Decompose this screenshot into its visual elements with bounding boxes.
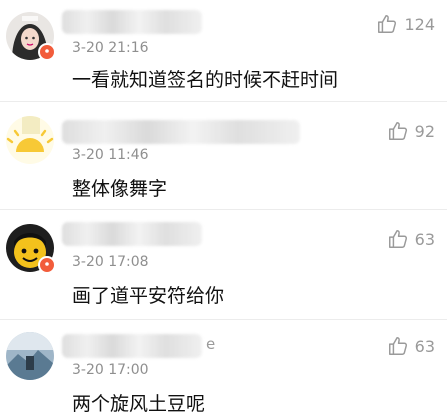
username-blurred[interactable] — [62, 334, 202, 358]
like-count: 63 — [414, 336, 435, 356]
comment-text: 两个旋风土豆呢 — [72, 393, 206, 415]
like-button[interactable]: 63 — [387, 335, 435, 357]
comment-time: 3-20 11:46 — [72, 147, 149, 163]
comment-time: 3-20 21:16 — [72, 40, 149, 56]
username-blurred[interactable] — [62, 222, 202, 246]
comment-item: 3-20 11:46 整体像舞字 92 — [0, 102, 447, 210]
username-blurred[interactable] — [62, 10, 202, 34]
sun-avatar-icon[interactable] — [6, 116, 54, 164]
thumbs-up-icon — [387, 228, 409, 250]
username-blurred[interactable] — [62, 120, 300, 144]
comment-time: 3-20 17:00 — [72, 362, 149, 378]
photo-avatar-icon[interactable] — [6, 332, 54, 380]
comment-time: 3-20 17:08 — [72, 254, 149, 270]
comment-text: 整体像舞字 — [72, 178, 168, 200]
comment-text: 一看就知道签名的时候不赶时间 — [72, 69, 339, 91]
verified-badge — [38, 43, 56, 61]
comment-text: 画了道平安符给你 — [72, 285, 225, 307]
comment-item: 3-20 21:16 一看就知道签名的时候不赶时间 124 — [0, 0, 447, 102]
verified-badge — [38, 256, 56, 274]
thumbs-up-icon — [376, 13, 398, 35]
username-tail: e — [206, 335, 216, 353]
comment-item: e 3-20 17:00 两个旋风土豆呢 63 — [0, 320, 447, 420]
like-button[interactable]: 124 — [376, 13, 435, 35]
like-count: 63 — [414, 229, 435, 249]
comment-list: 3-20 21:16 一看就知道签名的时候不赶时间 124 3-20 11:46… — [0, 0, 447, 420]
like-count: 124 — [404, 14, 435, 34]
comment-item: 3-20 17:08 画了道平安符给你 63 — [0, 210, 447, 320]
thumbs-up-icon — [387, 335, 409, 357]
like-count: 92 — [414, 121, 435, 141]
like-button[interactable]: 92 — [387, 120, 435, 142]
thumbs-up-icon — [387, 120, 409, 142]
like-button[interactable]: 63 — [387, 228, 435, 250]
